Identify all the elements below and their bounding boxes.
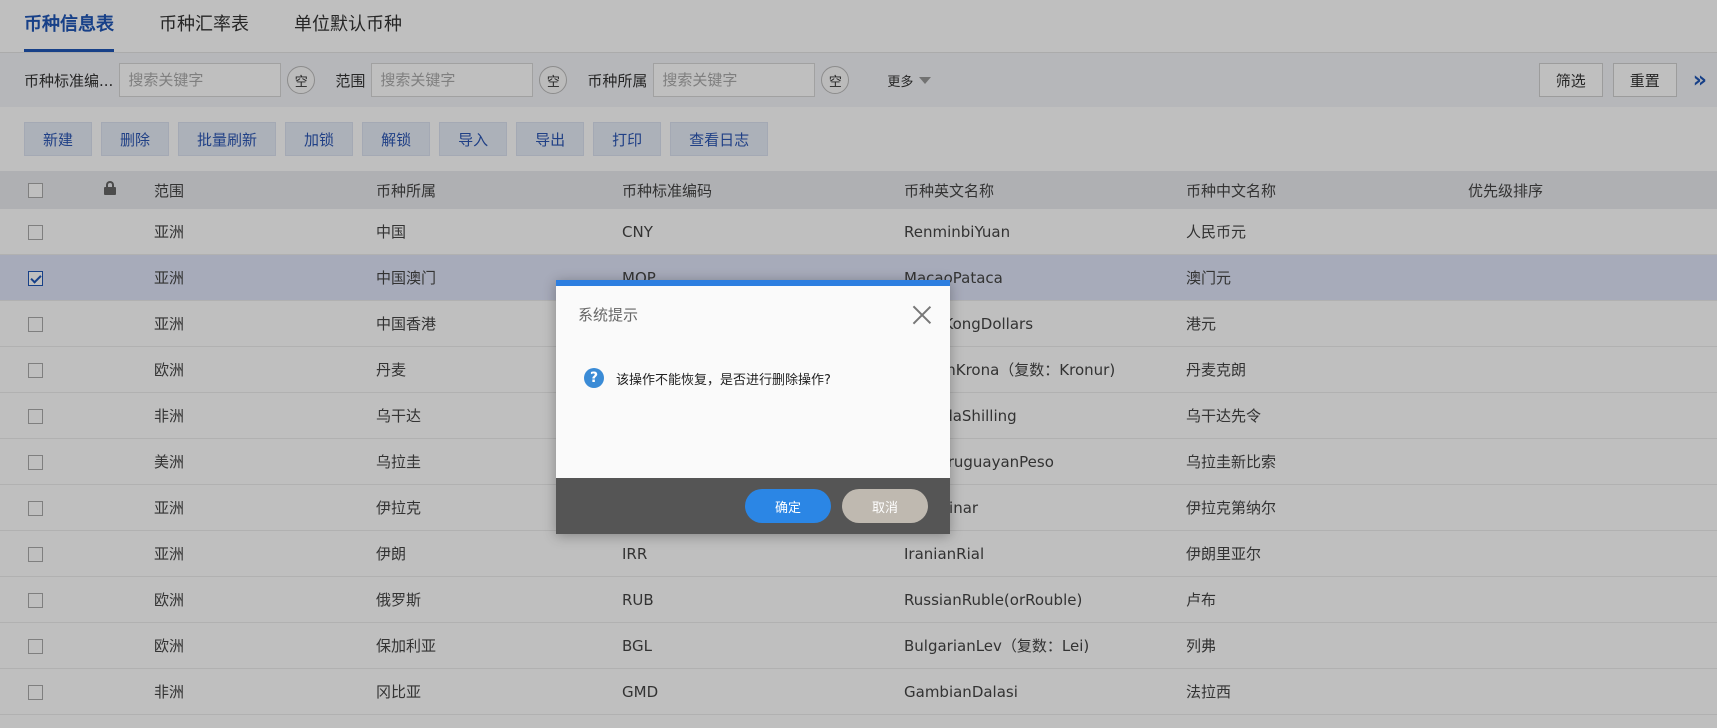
- confirm-dialog: 系统提示 ? 该操作不能恢复，是否进行删除操作? 确定 取消: [556, 280, 950, 534]
- dialog-footer: 确定 取消: [556, 478, 950, 534]
- cancel-button[interactable]: 取消: [842, 489, 928, 523]
- confirm-button[interactable]: 确定: [745, 489, 831, 523]
- dialog-title: 系统提示: [578, 306, 639, 324]
- question-icon: ?: [584, 368, 604, 388]
- close-icon[interactable]: [912, 305, 932, 325]
- dialog-message-text: 该操作不能恢复，是否进行删除操作?: [616, 372, 831, 388]
- dialog-message: ? 该操作不能恢复，是否进行删除操作?: [584, 368, 831, 388]
